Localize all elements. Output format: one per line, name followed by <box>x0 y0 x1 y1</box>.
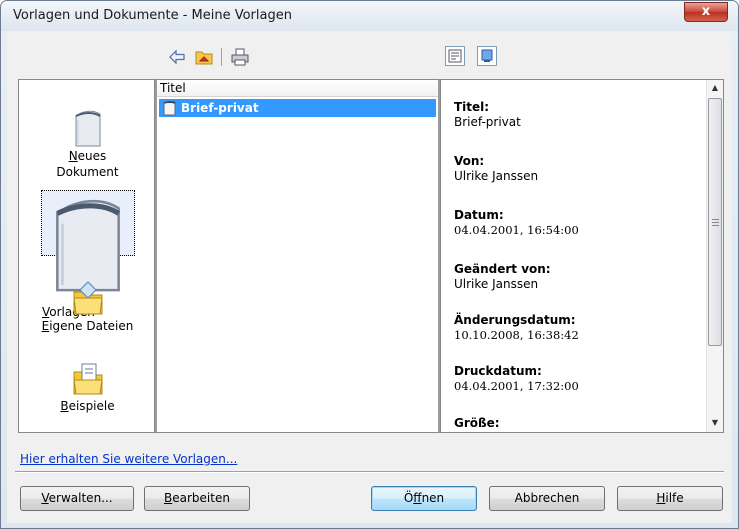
template-list[interactable]: Titel Brief-privat <box>155 79 440 433</box>
document-preview-button[interactable] <box>477 46 497 66</box>
info-author: Von: Ulrike Janssen <box>454 154 539 183</box>
preview-list-icon <box>448 49 462 63</box>
scroll-grip-icon <box>712 219 719 226</box>
info-modified-date: Änderungsdatum: 10.10.2008, 16:38:42 <box>454 313 579 342</box>
list-item[interactable]: Brief-privat <box>159 99 436 117</box>
window-title: Vorlagen und Dokumente - Meine Vorlagen <box>13 8 292 23</box>
help-button[interactable]: Hilfe <box>617 486 723 511</box>
info-title: Titel: Brief-privat <box>454 100 521 129</box>
examples-folder-icon <box>72 363 103 395</box>
scroll-thumb[interactable] <box>708 98 722 346</box>
back-arrow-icon[interactable] <box>167 47 187 67</box>
footer-divider <box>15 471 724 473</box>
more-templates-link[interactable]: Hier erhalten Sie weitere Vorlagen... <box>20 452 237 466</box>
folder-icon <box>72 281 103 315</box>
info-print-date: Druckdatum: 04.04.2001, 17:32:00 <box>454 364 579 393</box>
scroll-down-arrow[interactable]: ▼ <box>707 415 723 431</box>
folder-up-icon[interactable] <box>194 47 214 67</box>
manage-button[interactable]: Verwalten... <box>20 486 134 511</box>
dialog-client-area: Neues Dokument Vorlagen Eigene Dateien B… <box>7 31 732 523</box>
cancel-button[interactable]: Abbrechen <box>489 486 605 511</box>
new-document-icon <box>75 110 101 147</box>
open-button[interactable]: Öffnen <box>371 486 477 511</box>
vertical-scrollbar[interactable]: ▲ ▼ <box>706 80 723 432</box>
scroll-up-arrow[interactable]: ▲ <box>707 80 723 96</box>
category-new-document[interactable]: Neues Dokument <box>19 108 156 180</box>
info-date: Datum: 04.04.2001, 16:54:00 <box>454 208 579 237</box>
close-button[interactable]: x <box>684 2 728 22</box>
title-bar[interactable]: Vorlagen und Dokumente - Meine Vorlagen … <box>1 1 738 31</box>
info-size: Größe: <box>454 416 500 430</box>
category-panel: Neues Dokument Vorlagen Eigene Dateien B… <box>18 79 155 433</box>
edit-button[interactable]: Bearbeiten <box>144 486 250 511</box>
template-file-icon <box>163 100 176 116</box>
category-examples[interactable]: Beispiele <box>19 358 156 414</box>
category-templates[interactable]: Vorlagen <box>41 190 135 319</box>
category-label-suffix: eues <box>77 149 107 163</box>
dialog-window: Vorlagen und Dokumente - Meine Vorlagen … <box>0 0 739 529</box>
toolbar-separator <box>221 48 222 66</box>
preview-list-button[interactable] <box>445 46 465 66</box>
print-icon[interactable] <box>230 47 250 67</box>
info-modified-by: Geändert von: Ulrike Janssen <box>454 262 551 291</box>
document-preview-icon <box>481 49 493 62</box>
category-my-files[interactable]: Eigene Dateien <box>19 278 156 334</box>
document-properties-panel: Titel: Brief-privat Von: Ulrike Janssen … <box>440 79 724 433</box>
column-header-title[interactable]: Titel <box>157 80 438 97</box>
